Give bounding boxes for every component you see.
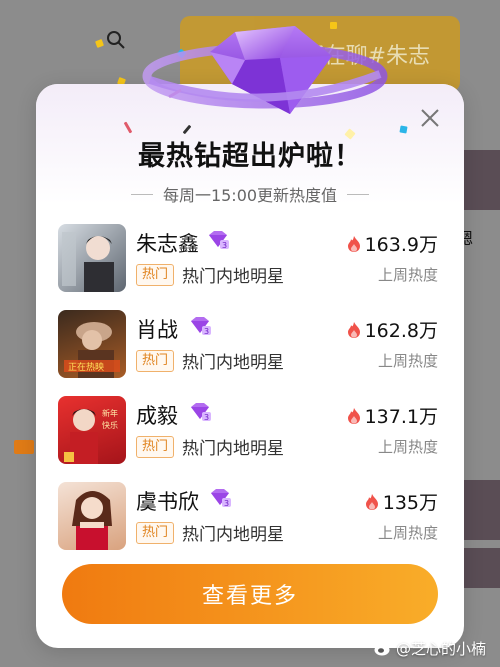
svg-text:3: 3 — [222, 241, 227, 250]
list-item[interactable]: 朱志鑫 3 热门 热门内地明星 163.9万 上周热度 — [36, 224, 464, 294]
heat-score: 162.8万 — [347, 316, 438, 343]
heat-score: 163.9万 — [347, 230, 438, 257]
star-category: 热门内地明星 — [182, 353, 284, 373]
subtitle-row: 每周一15:00更新热度值 — [36, 182, 464, 206]
watermark-text: @芝心的小楠 — [395, 640, 486, 658]
star-category: 热门内地明星 — [182, 439, 284, 459]
background-thumbnail — [462, 480, 500, 540]
search-icon — [106, 30, 126, 55]
diamond-badge-icon: 3 — [188, 316, 212, 336]
heat-score: 137.1万 — [347, 402, 438, 429]
hot-tag: 热门 — [136, 522, 175, 544]
heat-value: 163.9万 — [364, 234, 438, 256]
background-thumbnail — [462, 150, 500, 210]
diamond-badge-icon: 3 — [208, 488, 232, 508]
confetti-piece — [399, 125, 408, 134]
heat-score: 135万 — [365, 488, 438, 515]
flame-icon — [365, 493, 378, 510]
view-more-button[interactable]: 查看更多 — [62, 564, 438, 624]
heat-label: 上周热度 — [377, 438, 438, 456]
heat-value: 162.8万 — [364, 320, 438, 342]
svg-text:3: 3 — [204, 327, 209, 336]
background-orange-block — [14, 440, 34, 454]
star-name: 朱志鑫 — [136, 232, 199, 256]
heat-label: 上周热度 — [377, 524, 438, 542]
divider — [130, 193, 153, 195]
modal-subtitle: 每周一15:00更新热度值 — [162, 186, 338, 205]
watermark: @芝心的小楠 — [374, 638, 486, 659]
star-category: 热门内地明星 — [182, 267, 284, 287]
diamond-illustration — [140, 14, 390, 124]
hot-tag: 热门 — [136, 436, 175, 458]
heat-value: 135万 — [382, 492, 438, 514]
svg-text:3: 3 — [204, 413, 209, 422]
weibo-icon — [374, 641, 392, 656]
svg-text:新年: 新年 — [102, 408, 118, 418]
svg-text:3: 3 — [224, 499, 229, 508]
svg-text:快乐: 快乐 — [102, 420, 118, 430]
svg-text:正在热映: 正在热映 — [68, 361, 104, 373]
heat-label: 上周热度 — [377, 266, 438, 284]
hot-tag: 热门 — [136, 350, 175, 372]
divider — [347, 193, 370, 195]
diamond-badge-icon: 3 — [188, 402, 212, 422]
close-icon[interactable] — [418, 106, 442, 130]
avatar — [58, 224, 126, 292]
star-name: 肖战 — [136, 318, 178, 342]
star-name: 成毅 — [136, 404, 178, 428]
list-item[interactable]: 正在热映 肖战 3 热门 热门内地明星 162.8万 上周热度 — [36, 310, 464, 380]
heat-value: 137.1万 — [364, 406, 438, 428]
modal-title: 最热钻超出炉啦！ — [138, 141, 362, 172]
background-thumbnail — [462, 548, 500, 588]
star-name: 虞书欣 — [136, 490, 199, 514]
hot-tag: 热门 — [136, 264, 175, 286]
avatar — [58, 482, 126, 550]
flame-icon — [347, 321, 360, 338]
star-category: 热门内地明星 — [182, 525, 284, 545]
flame-icon — [347, 235, 360, 252]
hot-diamond-modal: 最热钻超出炉啦！ 每周一15:00更新热度值 朱志鑫 3 热门 热门内地明星 1… — [36, 84, 464, 648]
flame-icon — [347, 407, 360, 424]
avatar: 正在热映 — [58, 310, 126, 378]
heat-label: 上周热度 — [377, 352, 438, 370]
avatar: 新年 快乐 — [58, 396, 126, 464]
list-item[interactable]: 新年快乐 成毅 3 热门 热门内地明星 137.1万 上周热度 — [36, 396, 464, 466]
diamond-badge-icon: 3 — [206, 230, 230, 250]
list-item[interactable]: 虞书欣 3 热门 热门内地明星 135万 上周热度 — [36, 482, 464, 552]
